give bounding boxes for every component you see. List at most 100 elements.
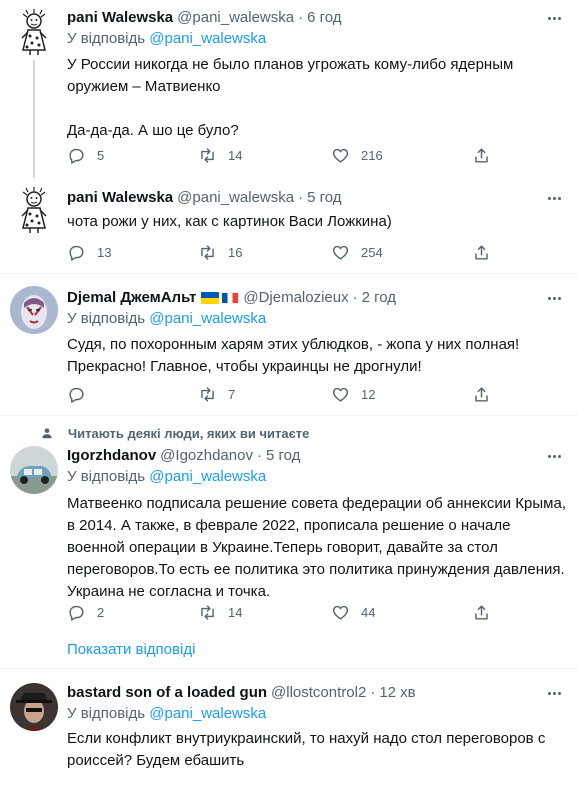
separator-dot: · [352, 289, 358, 306]
more-options-icon[interactable] [544, 683, 564, 703]
avatar-doodle-girl [21, 9, 47, 55]
avatar[interactable] [10, 186, 58, 234]
heart-icon [332, 148, 349, 163]
share-icon [475, 147, 488, 163]
tweet[interactable]: pani Walewska @pani_walewska · 5 год чот… [0, 180, 578, 272]
reply-context: У відповідь @pani_walewska [67, 703, 566, 725]
avatar-man-hat-image [10, 683, 58, 731]
reply-icon [69, 245, 84, 261]
person-icon [42, 428, 52, 439]
share-button[interactable] [472, 242, 491, 262]
tweet-text: Если конфликт внутриукраинский, то нахуй… [67, 730, 550, 769]
avatar-doodle-girl [21, 187, 47, 233]
reply-count: 2 [97, 604, 105, 620]
avatar[interactable] [10, 286, 58, 334]
tweet-text: чота рожи у них, как с картинок Васи Лож… [67, 213, 392, 230]
author-handle[interactable]: @pani_walewska [177, 188, 294, 208]
retweet-icon [201, 604, 214, 620]
timestamp[interactable]: 2 год [362, 288, 396, 308]
like-button[interactable]: 216 [331, 145, 383, 165]
separator-dot: · [256, 447, 262, 464]
ukraine-flag-icon [201, 292, 220, 304]
retweet-button[interactable]: 16 [198, 242, 242, 262]
author-name[interactable]: Djemal ДжемАльт [67, 288, 196, 308]
reply-prefix: У відповідь [67, 705, 146, 722]
reply-prefix: У відповідь [67, 310, 146, 327]
reply-button[interactable] [67, 384, 86, 404]
like-button[interactable]: 254 [331, 242, 383, 262]
reply-to-link[interactable]: @pani_walewska [149, 30, 266, 47]
reply-icon [69, 605, 84, 621]
author-handle[interactable]: @llostcontrol2 [271, 683, 366, 703]
reply-count: 5 [97, 147, 105, 163]
more-options-icon[interactable] [544, 446, 564, 466]
tweet-text: У России никогда не было планов угрожать… [67, 56, 514, 139]
reply-prefix: У відповідь [67, 468, 146, 485]
tweet[interactable]: bastard son of a loaded gun @llostcontro… [0, 669, 578, 806]
heart-icon [332, 605, 349, 620]
reply-to-link[interactable]: @pani_walewska [149, 468, 266, 485]
more-options-icon[interactable] [544, 8, 564, 28]
tweet-text: Матвеенко подписала решение совета федер… [67, 495, 566, 600]
show-replies-link[interactable]: Показати відповіді [67, 640, 195, 660]
avatar[interactable] [10, 8, 58, 56]
more-options-icon[interactable] [544, 188, 564, 208]
timestamp[interactable]: 6 год [307, 8, 341, 28]
author-handle[interactable]: @Djemalozieux [243, 288, 348, 308]
reply-button[interactable]: 5 [67, 145, 104, 165]
retweet-count: 14 [228, 147, 243, 163]
tweet[interactable]: Djemal ДжемАльт @Djemalozieux · 2 год У … [0, 274, 578, 414]
author-name[interactable]: Igorzhdanov [67, 446, 156, 466]
author-name[interactable]: bastard son of a loaded gun [67, 683, 267, 703]
avatar[interactable] [10, 683, 58, 731]
reply-to-link[interactable]: @pani_walewska [149, 310, 266, 327]
heart-icon [332, 245, 349, 260]
france-flag-icon [221, 292, 240, 304]
timestamp[interactable]: 5 год [266, 446, 300, 466]
reply-count: 13 [97, 244, 112, 260]
author-handle[interactable]: @pani_walewska [177, 8, 294, 28]
like-button[interactable]: 12 [331, 384, 375, 404]
retweet-icon [201, 386, 214, 402]
timestamp[interactable]: 5 год [307, 188, 341, 208]
avatar[interactable] [10, 446, 58, 494]
reply-context: У відповідь @pani_walewska [67, 28, 566, 50]
reply-to-link[interactable]: @pani_walewska [149, 705, 266, 722]
retweet-button[interactable]: 7 [198, 384, 235, 404]
reply-button[interactable]: 2 [67, 602, 104, 622]
share-button[interactable] [472, 384, 491, 404]
reply-icon [69, 148, 84, 164]
tweet[interactable]: pani Walewska @pani_walewska · 6 год У в… [0, 0, 578, 180]
retweet-button[interactable]: 14 [198, 145, 242, 165]
reply-context: У відповідь @pani_walewska [67, 308, 566, 330]
share-button[interactable] [472, 602, 491, 622]
reply-context: У відповідь @pani_walewska [67, 466, 566, 488]
reply-button[interactable]: 13 [67, 242, 111, 262]
heart-icon [332, 387, 349, 402]
retweet-button[interactable]: 14 [198, 602, 242, 622]
retweet-count: 16 [228, 244, 243, 260]
author-name[interactable]: pani Walewska [67, 188, 173, 208]
separator-dot: · [298, 189, 304, 206]
like-count: 44 [361, 604, 376, 620]
social-context: Читають деякі люди, яких ви читаєте [40, 424, 309, 442]
author-handle[interactable]: @Igozhdanov [160, 446, 253, 466]
like-count: 12 [361, 386, 376, 402]
share-icon [475, 386, 488, 402]
avatar-face-image [10, 286, 58, 334]
retweet-icon [201, 244, 214, 260]
like-button[interactable]: 44 [331, 602, 375, 622]
retweet-count: 14 [228, 604, 243, 620]
like-count: 216 [361, 147, 383, 163]
author-name[interactable]: pani Walewska [67, 8, 173, 28]
social-context-text: Читають деякі люди, яких ви читаєте [68, 425, 310, 441]
share-icon [475, 604, 488, 620]
avatar-car-image [10, 446, 58, 494]
more-options-icon[interactable] [544, 288, 564, 308]
like-count: 254 [361, 244, 383, 260]
tweet-text: Судя, по похоронным харям этих ублюдков,… [67, 336, 524, 375]
retweet-count: 7 [228, 386, 236, 402]
share-button[interactable] [472, 145, 491, 165]
timestamp[interactable]: 12 хв [379, 683, 415, 703]
tweet[interactable]: Читають деякі люди, яких ви читаєте Igor… [0, 416, 578, 668]
